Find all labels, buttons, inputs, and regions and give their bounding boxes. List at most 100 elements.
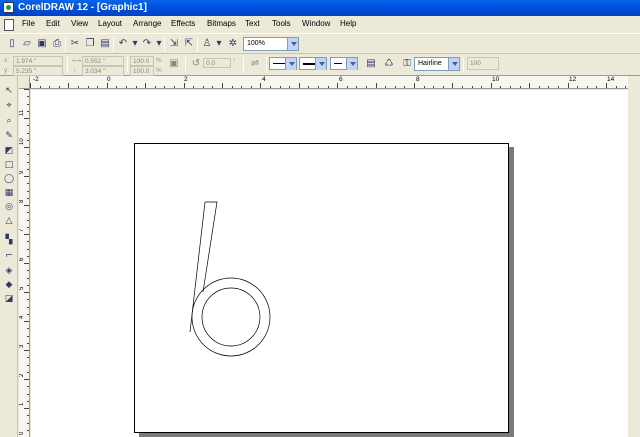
menu-view[interactable]: View xyxy=(71,19,88,28)
menu-effects[interactable]: Effects xyxy=(171,19,195,28)
percent-y-label: % xyxy=(156,67,162,74)
menu-file[interactable]: File xyxy=(22,19,35,28)
menu-tools[interactable]: Tools xyxy=(272,19,291,28)
coreldraw-app-icon[interactable] xyxy=(3,2,14,13)
ruler-tick xyxy=(27,357,29,359)
end-arrowhead-select[interactable] xyxy=(330,57,358,70)
convert-to-curves-icon[interactable]: ♺ xyxy=(382,57,396,71)
ruler-tick xyxy=(24,263,29,264)
chevron-down-icon[interactable] xyxy=(315,58,326,70)
export-icon[interactable]: ⇱ xyxy=(182,37,196,51)
line-sample xyxy=(334,63,342,64)
outline-pen-icon[interactable]: ⚿ xyxy=(400,57,414,71)
ruler-label: 12 xyxy=(569,76,577,83)
print-icon[interactable]: ⎙ xyxy=(50,37,64,51)
ruler-tick xyxy=(567,83,569,88)
ruler-tick xyxy=(577,86,579,88)
toolbar-separator xyxy=(164,37,165,52)
new-icon[interactable]: ▯ xyxy=(5,37,19,51)
ruler-tick xyxy=(27,219,29,221)
menu-arrange[interactable]: Arrange xyxy=(133,19,161,28)
menu-bitmaps[interactable]: Bitmaps xyxy=(207,19,236,28)
eyedropper-tool-icon[interactable]: ⌐ xyxy=(2,249,16,263)
zoom-level-select[interactable]: 100% xyxy=(243,37,299,51)
paste-icon[interactable]: ▤ xyxy=(98,37,112,51)
polygon-tool-icon[interactable]: ▦ xyxy=(2,186,16,200)
ruler-tick xyxy=(27,168,29,170)
wrap-offset-field[interactable]: 100 xyxy=(467,57,499,70)
ruler-tick xyxy=(270,86,271,88)
rectangle-tool-icon[interactable]: □ xyxy=(2,158,16,172)
menu-help[interactable]: Help xyxy=(340,19,356,28)
chevron-down-icon[interactable] xyxy=(287,38,298,50)
fill-tool-icon[interactable]: ◆ xyxy=(2,278,16,292)
interactive-blend-tool-icon[interactable]: ▚ xyxy=(2,233,16,247)
copy-icon[interactable]: ❐ xyxy=(83,37,97,51)
menu-window[interactable]: Window xyxy=(302,19,330,28)
ruler-tick xyxy=(27,306,29,308)
ruler-tick xyxy=(423,86,425,88)
shape-tool-icon[interactable]: ⌖ xyxy=(2,99,16,113)
save-icon[interactable]: ▣ xyxy=(35,37,49,51)
ruler-tick xyxy=(106,83,108,88)
ruler-tick xyxy=(327,86,329,88)
ruler-tick xyxy=(250,86,252,88)
chevron-down-icon[interactable] xyxy=(346,58,357,70)
chevron-down-icon[interactable] xyxy=(448,58,459,70)
cut-icon[interactable]: ✂ xyxy=(68,37,82,51)
document-icon[interactable] xyxy=(4,19,14,31)
ruler-label: 2 xyxy=(19,373,25,377)
start-arrowhead-select[interactable] xyxy=(269,57,297,70)
interactive-fill-tool-icon[interactable]: ◪ xyxy=(2,292,16,306)
scale-y-field[interactable]: 100.0 xyxy=(130,66,154,76)
width-field[interactable]: 0.552 " xyxy=(82,56,124,66)
ruler-tick xyxy=(30,83,31,88)
ruler-tick xyxy=(24,147,29,148)
zoom-level-value: 100% xyxy=(247,40,265,47)
scale-x-field[interactable]: 100.0 xyxy=(130,56,154,66)
freehand-tool-icon[interactable]: ✎ xyxy=(2,129,16,143)
ruler-tick xyxy=(27,132,29,134)
horizontal-ruler[interactable]: -2 0 2 4 6 8 10 12 14 xyxy=(30,76,628,89)
menu-text[interactable]: Text xyxy=(245,19,260,28)
ruler-label: 3 xyxy=(19,344,25,348)
ruler-tick xyxy=(586,86,588,88)
ruler-tick xyxy=(24,89,29,90)
menu-layout[interactable]: Layout xyxy=(98,19,122,28)
drawing-page[interactable] xyxy=(134,143,509,433)
ruler-tick xyxy=(24,350,29,351)
y-position-field[interactable]: 5.235 " xyxy=(13,66,63,76)
drawn-shape-six[interactable] xyxy=(135,144,510,434)
outline-style-select[interactable] xyxy=(299,57,327,70)
launcher-dropdown-icon[interactable]: ▾ xyxy=(212,37,226,51)
spiral-tool-icon[interactable]: ◎ xyxy=(2,200,16,214)
smart-fill-tool-icon[interactable]: ◩ xyxy=(2,144,16,158)
ruler-tick xyxy=(27,371,29,373)
lock-ratio-icon[interactable]: ▣ xyxy=(167,57,181,71)
ruler-tick xyxy=(241,86,243,88)
corel-online-icon[interactable]: ✲ xyxy=(226,37,240,51)
ruler-tick xyxy=(529,83,531,88)
pick-tool-icon[interactable]: ↖ xyxy=(2,84,16,98)
ruler-tick xyxy=(27,415,29,417)
rotation-field[interactable]: 0.0 xyxy=(203,58,231,68)
zoom-tool-icon[interactable]: ⌕ xyxy=(2,114,16,128)
outline-tool-icon[interactable]: ◈ xyxy=(2,264,16,278)
ruler-tick xyxy=(27,393,29,395)
ruler-tick xyxy=(202,86,204,88)
ruler-tick xyxy=(164,86,166,88)
menu-edit[interactable]: Edit xyxy=(46,19,60,28)
open-icon[interactable]: ▱ xyxy=(20,37,34,51)
wrap-text-icon[interactable]: ▤ xyxy=(364,57,378,71)
chevron-down-icon[interactable] xyxy=(285,58,296,70)
basic-shapes-tool-icon[interactable]: △ xyxy=(2,214,16,228)
height-field[interactable]: 3.034 " xyxy=(82,66,124,76)
ellipse-tool-icon[interactable]: ◯ xyxy=(2,172,16,186)
x-position-field[interactable]: 1.974 " xyxy=(13,56,63,66)
mirror-icon[interactable]: ⇌ xyxy=(248,57,262,71)
outline-width-select[interactable]: Hairline xyxy=(414,57,460,71)
ruler-tick xyxy=(625,86,627,88)
import-icon[interactable]: ⇲ xyxy=(167,37,181,51)
ruler-origin[interactable] xyxy=(19,76,30,89)
vertical-ruler[interactable]: 11 10 9 8 7 6 5 4 3 2 1 0 xyxy=(19,89,30,437)
